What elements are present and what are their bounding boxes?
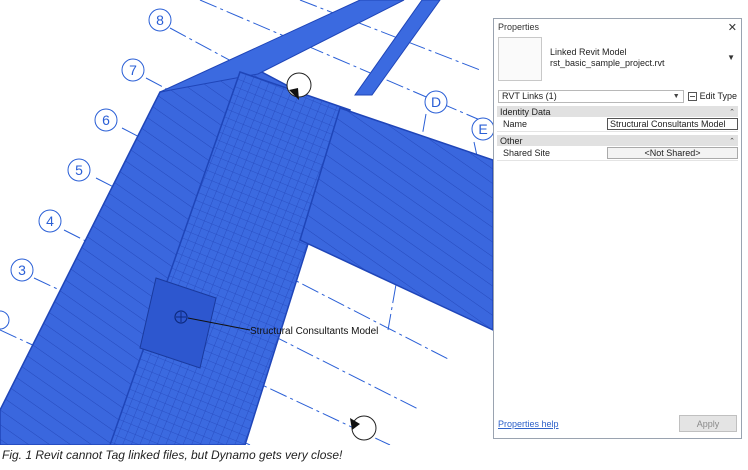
section-identity-data[interactable]: Identity Data ⌃ — [497, 106, 738, 117]
section-label: Identity Data — [500, 106, 551, 117]
property-row-shared-site: Shared Site <Not Shared> — [497, 146, 738, 161]
properties-palette: Properties ✕ Linked Revit Model rst_basi… — [493, 18, 742, 439]
name-field[interactable]: Structural Consultants Model — [607, 118, 738, 130]
properties-help-link[interactable]: Properties help — [498, 419, 559, 429]
grid-label-3: 3 — [18, 262, 26, 278]
grid-label-8: 8 — [156, 12, 164, 28]
edit-type-icon — [687, 91, 697, 101]
figure-caption: Fig. 1 Revit cannot Tag linked files, bu… — [2, 448, 343, 462]
tag-label: Structural Consultants Model — [250, 326, 378, 337]
property-label: Shared Site — [503, 148, 551, 158]
shared-site-button[interactable]: <Not Shared> — [607, 147, 738, 159]
section-label: Other — [500, 135, 523, 146]
type-dropdown-icon[interactable]: ▼ — [727, 53, 735, 62]
grid-label-7: 7 — [129, 62, 137, 78]
properties-title: Properties — [498, 22, 540, 32]
type-family-name: Linked Revit Model — [550, 47, 627, 57]
elevation-marker-top[interactable] — [286, 72, 312, 98]
properties-titlebar: Properties ✕ — [494, 19, 741, 35]
collapse-icon[interactable]: ⌃ — [729, 137, 735, 145]
chevron-down-icon: ▼ — [672, 92, 680, 100]
type-thumbnail — [498, 37, 542, 81]
grid-label-6: 6 — [102, 112, 110, 128]
grid-label-4: 4 — [46, 213, 54, 229]
property-label: Name — [503, 119, 528, 129]
edit-type-button[interactable]: Edit Type — [687, 91, 737, 101]
apply-button[interactable]: Apply — [679, 415, 737, 432]
grid-label-E: E — [478, 121, 487, 137]
elevation-marker-bottom[interactable] — [351, 415, 377, 441]
property-row-name: Name Structural Consultants Model — [497, 117, 738, 132]
close-icon[interactable]: ✕ — [728, 21, 737, 34]
type-file-name: rst_basic_sample_project.rvt — [550, 58, 665, 68]
grid-label-5: 5 — [75, 162, 83, 178]
grid-bubble-partial — [0, 310, 10, 330]
instance-filter-value: RVT Links (1) — [502, 91, 557, 101]
instance-filter-select[interactable]: RVT Links (1) ▼ — [498, 89, 684, 103]
type-selector[interactable]: Linked Revit Model rst_basic_sample_proj… — [498, 37, 737, 85]
edit-type-label: Edit Type — [699, 91, 737, 101]
grid-label-D: D — [431, 94, 441, 110]
collapse-icon[interactable]: ⌃ — [729, 108, 735, 116]
section-other[interactable]: Other ⌃ — [497, 135, 738, 146]
